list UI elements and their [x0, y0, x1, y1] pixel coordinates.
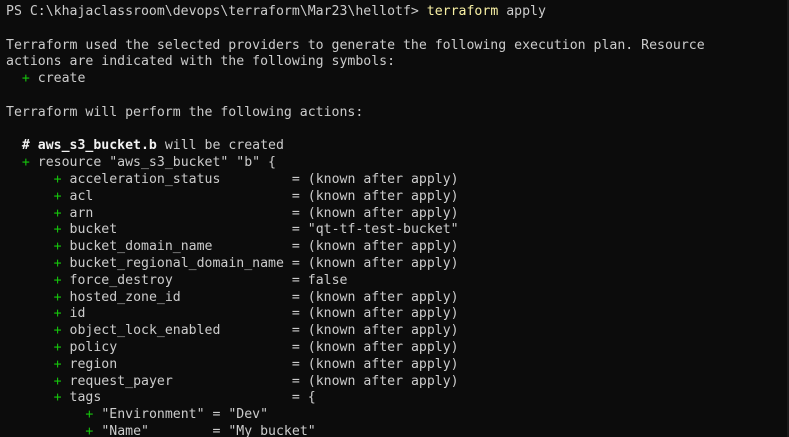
- attribute-value: (known after apply): [307, 188, 459, 204]
- attribute-row: + request_payer = (known after apply): [53, 373, 459, 389]
- attribute-list: + acceleration_status = (known after app…: [6, 172, 789, 407]
- tag-row: + "Name" = "My bucket": [85, 423, 316, 437]
- plus-symbol-icon: +: [53, 188, 62, 204]
- attribute-value: {: [307, 390, 316, 406]
- attribute-value: false: [307, 272, 348, 288]
- tag-list: + "Environment" = "Dev" + "Name" = "My b…: [6, 407, 789, 437]
- tag-row: + "Environment" = "Dev": [85, 407, 269, 423]
- attribute-value: (known after apply): [307, 205, 459, 221]
- attribute-value: (known after apply): [307, 306, 459, 322]
- comment-suffix: will be created: [156, 138, 284, 154]
- intro-line-2: actions are indicated with the following…: [6, 54, 396, 70]
- attribute-value: (known after apply): [307, 356, 459, 372]
- plus-symbol-icon: +: [53, 373, 62, 389]
- plus-symbol-icon: +: [53, 222, 62, 238]
- plus-symbol-icon: +: [21, 155, 30, 171]
- attribute-row: + hosted_zone_id = (known after apply): [53, 289, 459, 305]
- intro-line-1: Terraform used the selected providers to…: [6, 37, 705, 53]
- attribute-value: (known after apply): [307, 239, 459, 255]
- command-name: terraform: [426, 4, 499, 19]
- plus-symbol-icon: +: [53, 390, 62, 406]
- attribute-name: acceleration_status: [69, 171, 221, 187]
- attribute-row: + force_destroy = false: [53, 272, 348, 288]
- symbol-legend-line: + create: [6, 71, 789, 88]
- attribute-value: (known after apply): [307, 255, 459, 271]
- plus-symbol-icon: +: [85, 423, 94, 437]
- attribute-row: + policy = (known after apply): [53, 339, 459, 355]
- plus-symbol-icon: +: [53, 339, 62, 355]
- attribute-name: arn: [69, 205, 94, 221]
- tag-value: "My bucket": [228, 423, 316, 437]
- attribute-name: policy: [69, 339, 118, 355]
- resource-comment-line: # aws_s3_bucket.b will be created: [6, 138, 789, 155]
- attribute-row: + object_lock_enabled = (known after app…: [53, 323, 459, 339]
- attribute-name: bucket: [69, 222, 118, 238]
- attribute-name: region: [69, 356, 118, 372]
- plus-symbol-icon: +: [53, 205, 62, 221]
- plus-symbol-icon: +: [85, 407, 94, 423]
- attribute-name: tags: [69, 390, 102, 406]
- attribute-row: + region = (known after apply): [53, 356, 459, 372]
- plus-symbol-icon: +: [53, 272, 62, 288]
- attribute-name: id: [69, 306, 86, 322]
- attribute-name: hosted_zone_id: [69, 289, 181, 305]
- terminal-window[interactable]: PS C:\khajaclassroom\devops\terraform\Ma…: [0, 0, 789, 437]
- plus-symbol-icon: +: [53, 356, 62, 372]
- resource-declaration: resource "aws_s3_bucket" "b" {: [29, 155, 276, 171]
- attribute-name: request_payer: [69, 373, 173, 389]
- plus-symbol-icon: +: [53, 289, 62, 305]
- command-args: apply: [498, 4, 546, 19]
- plus-symbol-icon: +: [21, 71, 30, 87]
- attribute-value: "qt-tf-test-bucket": [307, 222, 459, 238]
- attribute-name: bucket_regional_domain_name: [69, 255, 284, 271]
- attribute-value: (known after apply): [307, 171, 459, 187]
- plus-symbol-icon: +: [53, 171, 62, 187]
- plus-symbol-icon: +: [53, 255, 62, 271]
- attribute-row: + id = (known after apply): [53, 306, 459, 322]
- attribute-name: object_lock_enabled: [69, 323, 221, 339]
- comment-hash: #: [21, 138, 38, 154]
- attribute-value: (known after apply): [307, 323, 459, 339]
- attribute-value: (known after apply): [307, 289, 459, 305]
- resource-address: aws_s3_bucket.b: [37, 138, 157, 154]
- attribute-row: + tags = {: [53, 390, 316, 406]
- attribute-name: force_destroy: [69, 272, 173, 288]
- symbol-legend-label: create: [29, 71, 86, 87]
- plus-symbol-icon: +: [53, 239, 62, 255]
- tag-key: "Name": [101, 423, 149, 437]
- tag-key: "Environment": [101, 407, 205, 423]
- attribute-name: bucket_domain_name: [69, 239, 213, 255]
- attribute-row: + bucket = "qt-tf-test-bucket": [53, 222, 459, 238]
- plus-symbol-icon: +: [53, 306, 62, 322]
- attribute-row: + acceleration_status = (known after app…: [53, 171, 459, 187]
- attribute-row: + bucket_regional_domain_name = (known a…: [53, 255, 459, 271]
- attribute-row: + bucket_domain_name = (known after appl…: [53, 239, 459, 255]
- plus-symbol-icon: +: [53, 323, 62, 339]
- attribute-row: + acl = (known after apply): [53, 188, 459, 204]
- perform-actions-line: Terraform will perform the following act…: [6, 104, 364, 120]
- prompt-path: PS C:\khajaclassroom\devops\terraform\Ma…: [6, 4, 427, 19]
- attribute-value: (known after apply): [307, 339, 459, 355]
- attribute-row: + arn = (known after apply): [53, 205, 459, 221]
- attribute-name: acl: [69, 188, 94, 204]
- resource-declaration-line: + resource "aws_s3_bucket" "b" {: [6, 155, 789, 172]
- prompt-line: PS C:\khajaclassroom\devops\terraform\Ma…: [6, 4, 789, 21]
- attribute-value: (known after apply): [307, 373, 459, 389]
- tag-value: "Dev": [228, 407, 269, 423]
